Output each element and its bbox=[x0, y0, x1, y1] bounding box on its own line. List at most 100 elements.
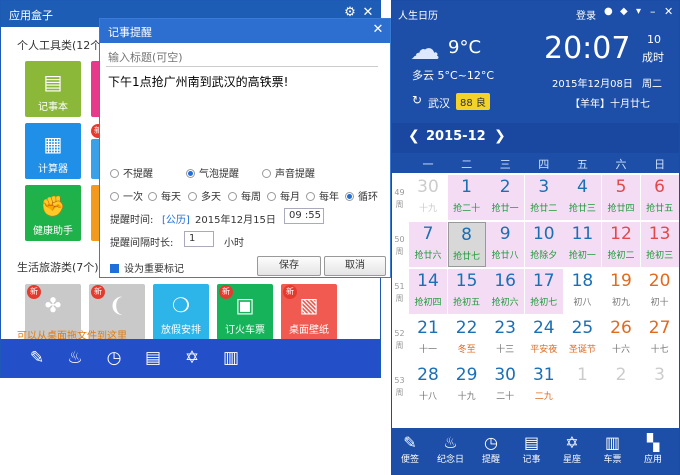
skin-icon[interactable]: ◆ bbox=[620, 6, 628, 17]
important-checkbox[interactable]: 设为重要标记 bbox=[110, 260, 184, 275]
calendar-day[interactable]: 2 抢廿一 bbox=[486, 175, 525, 220]
calendar-type-toggle[interactable]: [公历] bbox=[162, 211, 190, 226]
day-number: 16 bbox=[494, 271, 516, 291]
month-label[interactable]: 2015-12 bbox=[426, 129, 486, 144]
train-ticket-button[interactable]: ▥ 车票 bbox=[598, 432, 628, 466]
day-lunar: 抢初六 bbox=[491, 298, 519, 308]
calendar-day[interactable]: 22 冬至 bbox=[448, 316, 486, 361]
calendar-day[interactable]: 4 抢廿三 bbox=[563, 175, 602, 220]
radio-repeat-yearly[interactable]: 每年 bbox=[306, 188, 339, 203]
calendar-day[interactable]: 16 抢初六 bbox=[486, 269, 525, 314]
calendar-day[interactable]: 9 抢廿八 bbox=[486, 222, 525, 267]
calendar-day[interactable]: 17 抢初七 bbox=[524, 269, 563, 314]
calendar-day[interactable]: 29 十九 bbox=[448, 363, 486, 408]
anniversary-button[interactable]: ♨ 纪念日 bbox=[436, 432, 466, 466]
calendar-day[interactable]: 23 十三 bbox=[486, 316, 524, 361]
save-button[interactable]: 保存 bbox=[257, 256, 321, 276]
reminder-body-text[interactable]: 下午1点抢广州南到武汉的高铁票! bbox=[108, 73, 378, 90]
calendar-day[interactable]: 13 抢初三 bbox=[640, 222, 679, 267]
alarm-clock-icon[interactable]: ◷ bbox=[102, 346, 126, 370]
calendar-day[interactable]: 20 初十 bbox=[641, 269, 679, 314]
calendar-day[interactable]: 21 十一 bbox=[409, 316, 447, 361]
radio-no-notify[interactable]: 不提醒 bbox=[110, 165, 153, 180]
date-picker[interactable]: 2015年12月15日 bbox=[195, 211, 276, 226]
notepad-icon[interactable]: ▤ bbox=[141, 346, 165, 370]
tile-label: 放假安排 bbox=[161, 325, 201, 336]
login-link[interactable]: 登录 bbox=[576, 7, 596, 22]
calendar-day[interactable]: 3 bbox=[641, 363, 679, 408]
radio-repeat-weekly[interactable]: 每周 bbox=[228, 188, 261, 203]
user-icon[interactable]: ● bbox=[604, 6, 613, 17]
memo-button[interactable]: ▤ 记事 bbox=[517, 432, 547, 466]
next-month-icon[interactable]: ❯ bbox=[494, 128, 506, 144]
calendar-day[interactable]: 26 十六 bbox=[602, 316, 640, 361]
reminder-dialog: 记事提醒 ✕ 下午1点抢广州南到武汉的高铁票! 不提醒 气泡提醒 声音提醒 一次… bbox=[99, 18, 391, 278]
cancel-button[interactable]: 取消 bbox=[324, 256, 386, 276]
tile-calculator[interactable]: ▦ 计算器 bbox=[25, 123, 81, 179]
birthday-cake-icon[interactable]: ♨ bbox=[63, 346, 87, 370]
prev-month-icon[interactable]: ❮ bbox=[408, 128, 420, 144]
apps-button[interactable]: ▚ 应用 bbox=[638, 432, 668, 466]
horoscope-button[interactable]: ✡ 星座 bbox=[557, 432, 587, 466]
minimize-icon[interactable]: – bbox=[650, 5, 656, 18]
star-of-david-icon[interactable]: ✡ bbox=[180, 346, 204, 370]
tile-holiday-schedule[interactable]: ❍ 放假安排 bbox=[153, 284, 209, 340]
section-life-header: 生活旅游类(7个) bbox=[17, 261, 99, 274]
radio-bubble-notify[interactable]: 气泡提醒 bbox=[186, 165, 239, 180]
week-prefix: 周 bbox=[395, 294, 404, 303]
notes-button[interactable]: ✎ 便签 bbox=[395, 432, 425, 466]
day-lunar: 抢初七 bbox=[530, 298, 558, 308]
calendar-day[interactable]: 12 抢初二 bbox=[602, 222, 640, 267]
reminder-button[interactable]: ◷ 提醒 bbox=[476, 432, 506, 466]
calendar-day[interactable]: 31 二九 bbox=[525, 363, 563, 408]
day-number: 12 bbox=[610, 224, 632, 244]
calendar-day[interactable]: 14 抢初四 bbox=[409, 269, 447, 314]
day-number: 31 bbox=[532, 365, 555, 385]
calendar-day[interactable]: 2 bbox=[602, 363, 640, 408]
calendar-day[interactable]: 30 二十 bbox=[486, 363, 524, 408]
radio-repeat-multiday[interactable]: 多天 bbox=[188, 188, 221, 203]
tile-health-assistant[interactable]: ✊ 健康助手 bbox=[25, 185, 81, 241]
calendar-day[interactable]: 1 抢二十 bbox=[447, 175, 486, 220]
tile-notepad[interactable]: ▤ 记事本 bbox=[25, 61, 81, 117]
weekday-header: 一二三四五六日 bbox=[392, 153, 679, 173]
radio-sound-notify[interactable]: 声音提醒 bbox=[262, 165, 315, 180]
radio-repeat-once[interactable]: 一次 bbox=[110, 188, 143, 203]
menu-icon[interactable]: ▾ bbox=[636, 6, 641, 17]
dialog-titlebar[interactable]: 记事提醒 ✕ bbox=[100, 19, 390, 43]
calendar-day[interactable]: 1 bbox=[563, 363, 601, 408]
radio-label: 不提醒 bbox=[123, 169, 153, 180]
calendar-day[interactable]: 3 抢廿二 bbox=[524, 175, 563, 220]
calendar-day[interactable]: 30 十九 bbox=[409, 175, 447, 220]
close-icon[interactable]: ✕ bbox=[664, 5, 673, 18]
refresh-icon[interactable]: ↻ bbox=[412, 93, 422, 107]
calendar-day[interactable]: 18 初八 bbox=[563, 269, 601, 314]
radio-repeat-loop[interactable]: 循环 bbox=[345, 188, 378, 203]
calendar-day[interactable]: 28 十八 bbox=[409, 363, 447, 408]
time-input[interactable]: 09 :55 bbox=[284, 208, 324, 224]
calendar-day[interactable]: 6 抢廿五 bbox=[640, 175, 679, 220]
calendar-day[interactable]: 19 初九 bbox=[602, 269, 640, 314]
calendar-day[interactable]: 15 抢初五 bbox=[447, 269, 486, 314]
calendar-day[interactable]: 11 抢初一 bbox=[563, 222, 602, 267]
calendar-day[interactable]: 5 抢廿四 bbox=[602, 175, 640, 220]
radio-circle bbox=[148, 192, 157, 201]
radio-repeat-daily[interactable]: 每天 bbox=[148, 188, 181, 203]
train-icon[interactable]: ▥ bbox=[219, 346, 243, 370]
calendar-day[interactable]: 27 十七 bbox=[641, 316, 679, 361]
day-number: 18 bbox=[571, 271, 594, 291]
close-icon[interactable]: ✕ bbox=[370, 22, 386, 38]
title-input[interactable] bbox=[106, 49, 378, 67]
calendar-day[interactable]: 10 抢除夕 bbox=[524, 222, 563, 267]
calendar-day[interactable]: 7 抢廿六 bbox=[409, 222, 447, 267]
calendar-day[interactable]: 25 圣诞节 bbox=[563, 316, 601, 361]
day-number: 2 bbox=[615, 365, 627, 385]
interval-input[interactable]: 1 bbox=[184, 231, 214, 247]
city-name[interactable]: 武汉 bbox=[428, 95, 450, 111]
pencil-icon[interactable]: ✎ bbox=[25, 346, 49, 370]
radio-circle bbox=[110, 192, 119, 201]
calendar-day[interactable]: 24 平安夜 bbox=[525, 316, 563, 361]
radio-repeat-monthly[interactable]: 每月 bbox=[267, 188, 300, 203]
calendar-day[interactable]: 8 抢廿七 bbox=[447, 222, 486, 267]
day-lunar: 抢廿七 bbox=[453, 252, 481, 262]
